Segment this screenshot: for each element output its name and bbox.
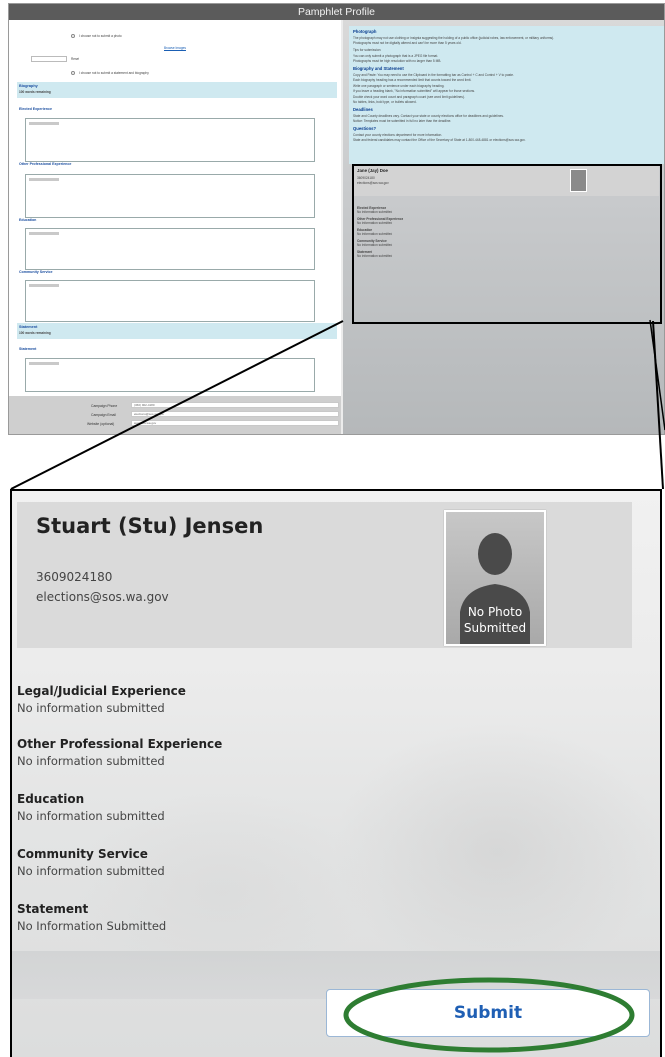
education-section: Education No information submitted (17, 792, 165, 823)
elected-experience-textarea[interactable] (25, 118, 315, 162)
bio-line: If you leave a heading blank, "No inform… (353, 89, 476, 93)
no-statement-option-label: I choose not to submit a statement and b… (79, 71, 149, 75)
photograph-line: The photograph may not use clothing or i… (353, 35, 555, 40)
bio-line: No tables, links, bold type, or bullets … (353, 100, 417, 104)
bio-line: Copy and Paste: You may need to use the … (353, 72, 514, 77)
community-service-section: Community Service No information submitt… (17, 847, 165, 878)
browse-images-link[interactable]: Browse Images (164, 46, 186, 50)
photograph-line: Photographs must not be digitally altere… (353, 41, 462, 45)
community-service-textarea[interactable] (25, 280, 315, 322)
section-title: Statement (17, 902, 89, 916)
bio-line: Double check your word count and paragra… (353, 94, 465, 99)
no-statement-checkbox[interactable] (71, 71, 75, 75)
section-title: Community Service (17, 847, 148, 861)
candidate-photo-placeholder: No Photo Submitted (444, 510, 546, 646)
questions-line: Contact your county elections department… (353, 132, 443, 137)
statement-section: Statement No Information Submitted (17, 902, 166, 933)
website-field[interactable]: www.sos.wa.gov (131, 420, 339, 426)
pamphlet-profile-page-thumbnail: Pamphlet Profile I choose not to submit … (8, 3, 665, 435)
statement-header: Statement (19, 325, 38, 329)
section-label-4: Community Service (19, 270, 53, 274)
editor-toolbar[interactable] (29, 122, 59, 125)
candidate-phone: 3609024180 (36, 570, 113, 584)
section-label-2: Other Professional Experience (19, 162, 72, 166)
section-title: Legal/Judicial Experience (17, 684, 186, 698)
bio-heading: Biography and Statement (353, 66, 404, 71)
questions-heading: Questions? (353, 126, 377, 131)
candidate-email: elections@sos.wa.gov (36, 590, 169, 604)
statement-label: Statement (19, 347, 37, 351)
campaign-phone-label: Campaign Phone (91, 404, 118, 408)
statement-textarea[interactable] (25, 358, 315, 392)
website-label: Website (optional) (87, 422, 115, 426)
education-textarea[interactable] (25, 228, 315, 270)
section-label-3: Education (19, 218, 37, 222)
other-professional-textarea[interactable] (25, 174, 315, 218)
section-title: Other Professional Experience (17, 737, 223, 751)
tips-line: You can only submit a photograph that is… (353, 53, 439, 58)
biography-header: Biography (19, 84, 38, 88)
section-value: No information submitted (17, 701, 165, 715)
deadlines-heading: Deadlines (353, 107, 373, 112)
section-value: No Information Submitted (17, 919, 167, 933)
statement-band: Statement 100 words remaining (17, 323, 337, 339)
biography-word-count: 100 words remaining (19, 90, 51, 94)
biography-band: Biography 100 words remaining (17, 82, 337, 98)
questions-line: State and federal candidates may contact… (353, 138, 526, 142)
zoom-region-outline (352, 164, 662, 324)
highlight-ellipse (343, 977, 635, 1053)
tips-heading: Tips for submission: (353, 48, 382, 52)
section-value: No information submitted (17, 809, 165, 823)
photograph-heading: Photograph (353, 29, 377, 34)
deadline-line: Notice: Templates must be submitted in f… (353, 119, 452, 123)
background-fog (332, 721, 660, 981)
other-professional-section: Other Professional Experience No informa… (17, 737, 222, 768)
bio-line: Each biography heading has a recommended… (353, 78, 472, 82)
deadline-line: State and County deadlines vary. Contact… (353, 113, 504, 118)
statement-word-count: 100 words remaining (19, 331, 51, 335)
candidate-name: Stuart (Stu) Jensen (36, 514, 264, 538)
page-title-bar: Pamphlet Profile (9, 4, 664, 20)
section-value: No information submitted (17, 754, 165, 768)
contact-fields-band: Campaign Phone (360) 902-4180 Campaign E… (9, 396, 341, 434)
candidate-preview-zoomed: Stuart (Stu) Jensen 3609024180 elections… (10, 489, 662, 1057)
tips-line: Photographs must be high resolution with… (353, 59, 442, 63)
photo-file-field[interactable] (31, 56, 67, 62)
profile-form-panel: I choose not to submit a photo Browse Im… (9, 20, 341, 434)
highlight-ring (343, 977, 635, 1053)
editor-toolbar[interactable] (29, 284, 59, 287)
campaign-email-field[interactable]: elections@sos.wa.gov (131, 411, 339, 417)
no-photo-line: No Photo (467, 605, 523, 619)
submitted-line: Submitted (463, 621, 527, 635)
legal-judicial-section: Legal/Judicial Experience No information… (17, 684, 186, 715)
no-photo-option-label: I choose not to submit a photo (79, 34, 122, 38)
section-title: Education (17, 792, 85, 806)
reset-photo-button[interactable]: Reset (71, 57, 79, 61)
instructions-box: Photograph The photograph may not use cl… (349, 26, 664, 164)
campaign-phone-field[interactable]: (360) 902-4180 (131, 402, 339, 408)
candidate-header-card: Stuart (Stu) Jensen 3609024180 elections… (17, 502, 632, 648)
editor-toolbar[interactable] (29, 232, 59, 235)
bio-line: Write one paragraph or sentence under ea… (353, 83, 445, 88)
section-label-1: Elected Experience (19, 107, 52, 111)
no-photo-checkbox[interactable] (71, 34, 75, 38)
section-value: No information submitted (17, 864, 165, 878)
editor-toolbar[interactable] (29, 362, 59, 365)
editor-toolbar[interactable] (29, 178, 59, 181)
no-photo-label: No Photo Submitted (446, 604, 544, 636)
campaign-email-label: Campaign Email (91, 413, 116, 417)
annotated-screenshot: Pamphlet Profile I choose not to submit … (0, 0, 665, 1057)
